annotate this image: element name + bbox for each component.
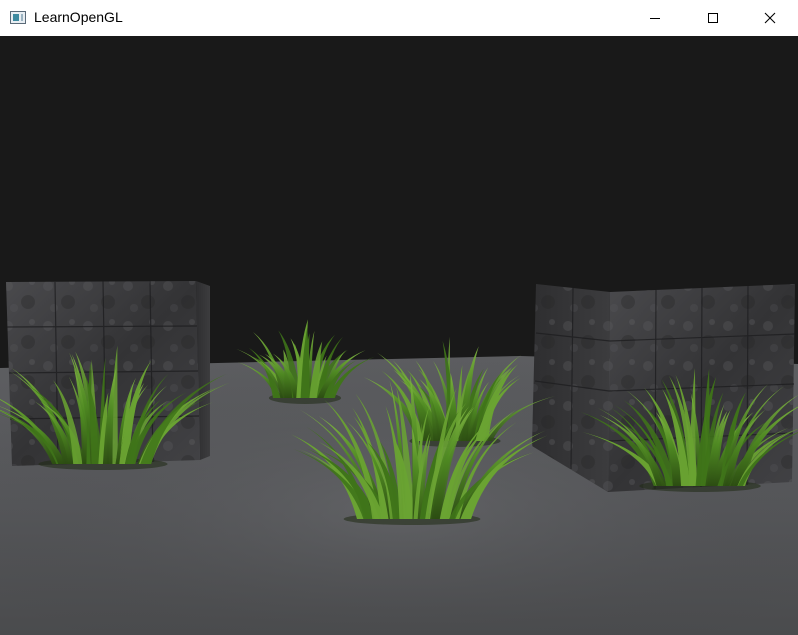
rendered-scene: [0, 280, 798, 635]
title-bar[interactable]: LearnOpenGL: [0, 0, 798, 36]
maximize-icon: [708, 13, 718, 23]
window-title: LearnOpenGL: [34, 9, 123, 25]
close-icon: [764, 12, 776, 24]
minimize-icon: [650, 18, 660, 19]
opengl-render-viewport[interactable]: [0, 36, 798, 635]
maximize-button[interactable]: [684, 0, 742, 36]
minimize-button[interactable]: [626, 0, 684, 36]
close-button[interactable]: [741, 0, 798, 36]
app-window: LearnOpenGL: [0, 0, 798, 635]
opengl-app-icon: [10, 11, 26, 24]
